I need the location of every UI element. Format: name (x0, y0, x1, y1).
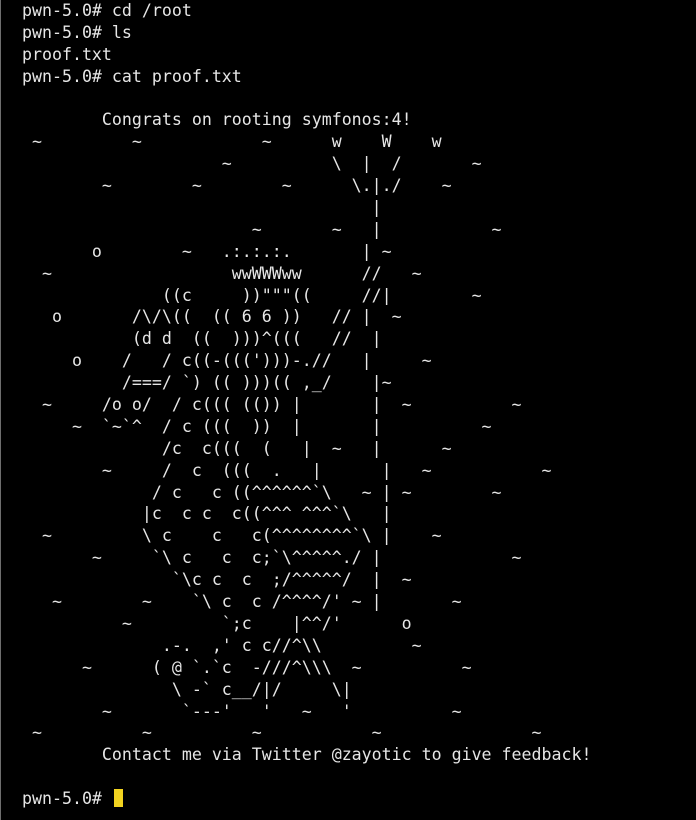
ascii-art-line: ~ `\ c c c;`\^^^^^./ | ~ (22, 548, 522, 568)
ascii-art-line: ~ \ c c c(^^^^^^^^`\ | ~ (22, 526, 442, 546)
ascii-art-line: |c c c c((^^^ ^^^`\ | (22, 504, 392, 524)
ascii-art-line: .-. ,' c c//^\\ ~ (22, 635, 422, 655)
ascii-art-line: ~ `;c |^^/' o (22, 613, 412, 633)
ascii-art-line: ~ / c ((( . | | ~ ~ (22, 460, 552, 480)
ascii-art-line: ~ ~ ~ \.|./ ~ (22, 176, 452, 196)
ascii-art-line: /c c((( ( | ~ | ~ (22, 438, 452, 458)
contact-line: Contact me via Twitter @zayotic to give … (22, 745, 592, 765)
ascii-art-line: (d d (( )))^((( // | (22, 329, 382, 349)
terminal-window[interactable]: pwn-5.0# cd /root pwn-5.0# ls proof.txt pwn… (0, 0, 696, 820)
proof-title-line: Congrats on rooting symfonos:4! (22, 110, 412, 130)
ascii-art-line: o /\/\(( (( 6 6 )) // | ~ (22, 307, 402, 327)
ascii-art-line: ~ ~ ~ w W w (22, 132, 442, 152)
ascii-art-line: ((c ))"""(( //| ~ (22, 285, 482, 305)
terminal-line: pwn-5.0# cd /root (22, 1, 192, 20)
ascii-art-line: ~ ~ | ~ (22, 219, 502, 239)
ascii-art-line: ~ ( @ `.`c -///^\\\ ~ ~ (22, 657, 472, 677)
ascii-art-line: o ~ .:.:.:. | ~ (22, 241, 392, 261)
terminal-line: pwn-5.0# ls (22, 22, 132, 42)
ascii-art-line: ~ wwWWWww // ~ (22, 263, 422, 283)
ascii-art-line: /===/ `) (( )))(( ,_/ |~ (22, 373, 392, 393)
terminal-line: pwn-5.0# cat proof.txt (22, 66, 242, 86)
ascii-art-line: o / / c((-(((')))-.// | ~ (22, 351, 432, 371)
ascii-art-line: `\c c c ;/^^^^^/ | ~ (22, 570, 412, 590)
command-prompt-line[interactable]: pwn-5.0# (22, 788, 591, 810)
ascii-art-line: \ -` c__/|/ \| (22, 679, 352, 699)
terminal-output: pwn-5.0# cd /root pwn-5.0# ls proof.txt pwn… (22, 0, 591, 810)
ascii-art-line: ~ `---' ' ~ ' ~ (22, 701, 462, 721)
ascii-art-line: ~ `~`^ / c ((( )) | | ~ (22, 416, 492, 436)
ascii-art-line: | (22, 198, 382, 218)
ascii-art-line: / c c ((^^^^^^`\ ~ | ~ ~ (22, 482, 502, 502)
terminal-line: proof.txt (22, 44, 112, 64)
shell-prompt: pwn-5.0# (22, 789, 112, 809)
ascii-art-line: ~ ~ `\ c c /^^^^/' ~ | ~ (22, 592, 462, 612)
ascii-art-line: ~ \ | / ~ (22, 154, 482, 174)
ascii-art-line: ~ /o o/ / c((( (()) | | ~ ~ (22, 395, 522, 415)
ascii-art-line: ~ ~ ~ ~ ~ (22, 723, 542, 743)
terminal-cursor[interactable] (113, 789, 123, 808)
